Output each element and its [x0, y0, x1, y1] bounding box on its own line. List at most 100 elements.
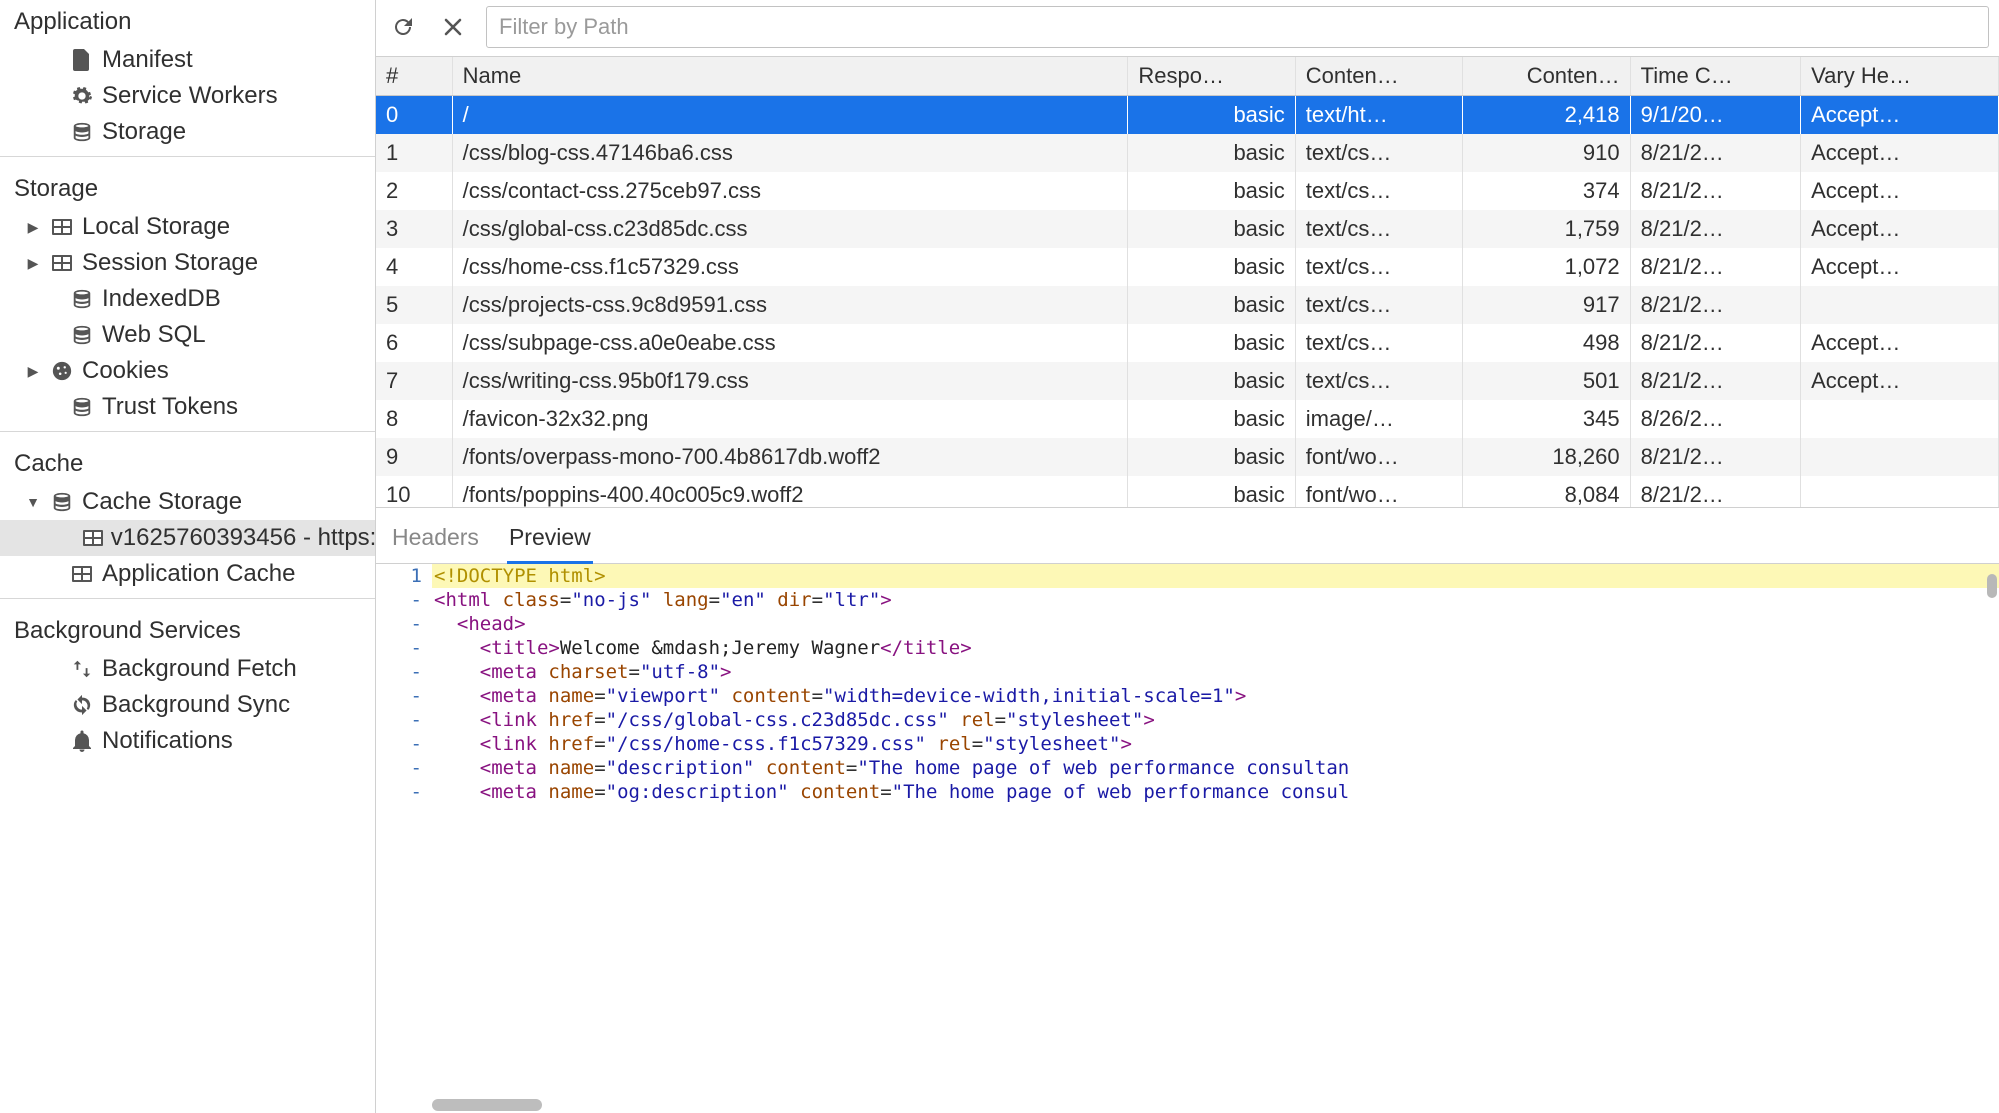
code-content: <html class="no-js" lang="en" dir="ltr">: [432, 588, 1999, 612]
line-gutter[interactable]: -: [376, 684, 432, 708]
sidebar-item-cache-entry[interactable]: ▶ v1625760393456 - https://je: [0, 520, 375, 556]
line-gutter[interactable]: -: [376, 636, 432, 660]
cell-response: basic: [1128, 476, 1295, 508]
cell-content-length: 910: [1463, 134, 1630, 172]
line-gutter[interactable]: -: [376, 732, 432, 756]
cell-content-type: text/cs…: [1295, 210, 1462, 248]
sidebar-item-background-sync[interactable]: ▶ Background Sync: [0, 687, 375, 723]
code-line[interactable]: - <meta charset="utf-8">: [376, 660, 1999, 684]
table-row[interactable]: 10/fonts/poppins-400.40c005c9.woff2basic…: [376, 476, 1999, 508]
code-line[interactable]: - <link href="/css/home-css.f1c57329.css…: [376, 732, 1999, 756]
table-row[interactable]: 9/fonts/overpass-mono-700.4b8617db.woff2…: [376, 438, 1999, 476]
expand-arrow-icon[interactable]: ▶: [24, 363, 42, 380]
col-time-cached[interactable]: Time C…: [1630, 57, 1800, 96]
cell-index: 9: [376, 438, 452, 476]
cell-content-type: text/ht…: [1295, 96, 1462, 135]
code-line[interactable]: - <link href="/css/global-css.c23d85dc.c…: [376, 708, 1999, 732]
sidebar-item-service-workers[interactable]: ▶ Service Workers: [0, 78, 375, 114]
col-response[interactable]: Respo…: [1128, 57, 1295, 96]
cell-content-type: text/cs…: [1295, 324, 1462, 362]
cell-content-type: font/wo…: [1295, 438, 1462, 476]
table-row[interactable]: 2/css/contact-css.275ceb97.cssbasictext/…: [376, 172, 1999, 210]
cell-content-length: 8,084: [1463, 476, 1630, 508]
sidebar-item-trust-tokens[interactable]: ▶ Trust Tokens: [0, 389, 375, 425]
code-content: <meta name="viewport" content="width=dev…: [432, 684, 1999, 708]
table-row[interactable]: 1/css/blog-css.47146ba6.cssbasictext/cs……: [376, 134, 1999, 172]
cell-vary: Accept…: [1801, 324, 1999, 362]
sidebar-item-cookies[interactable]: ▶ Cookies: [0, 353, 375, 389]
col-index[interactable]: #: [376, 57, 452, 96]
cell-response: basic: [1128, 362, 1295, 400]
table-row[interactable]: 6/css/subpage-css.a0e0eabe.cssbasictext/…: [376, 324, 1999, 362]
main-panel: # Name Respo… Conten… Conten… Time C… Va…: [376, 0, 1999, 1113]
sidebar-item-storage[interactable]: ▶ Storage: [0, 114, 375, 150]
code-line[interactable]: - <meta name="og:description" content="T…: [376, 780, 1999, 804]
col-content-type[interactable]: Conten…: [1295, 57, 1462, 96]
table-row[interactable]: 0/basictext/ht…2,4189/1/20…Accept…: [376, 96, 1999, 135]
expand-arrow-icon[interactable]: ▶: [24, 255, 42, 272]
cell-content-type: text/cs…: [1295, 172, 1462, 210]
refresh-button[interactable]: [386, 10, 420, 44]
preview-panel[interactable]: 1<!DOCTYPE html>-<html class="no-js" lan…: [376, 564, 1999, 1113]
col-name[interactable]: Name: [452, 57, 1128, 96]
sidebar-item-websql[interactable]: ▶ Web SQL: [0, 317, 375, 353]
line-gutter[interactable]: -: [376, 708, 432, 732]
code-line[interactable]: - <title>Welcome &mdash;Jeremy Wagner</t…: [376, 636, 1999, 660]
sidebar-item-background-fetch[interactable]: ▶ Background Fetch: [0, 651, 375, 687]
detail-tabs: Headers Preview: [376, 508, 1999, 564]
line-gutter[interactable]: -: [376, 756, 432, 780]
code-content: <meta charset="utf-8">: [432, 660, 1999, 684]
line-gutter[interactable]: -: [376, 780, 432, 804]
sidebar-item-manifest[interactable]: ▶ Manifest: [0, 42, 375, 78]
cell-name: /css/contact-css.275ceb97.css: [452, 172, 1128, 210]
sidebar-item-application-cache[interactable]: ▶ Application Cache: [0, 556, 375, 592]
col-content-length[interactable]: Conten…: [1463, 57, 1630, 96]
filter-input[interactable]: [486, 6, 1989, 48]
database-icon: [70, 324, 94, 346]
tab-preview[interactable]: Preview: [507, 518, 593, 564]
sidebar-item-indexeddb[interactable]: ▶ IndexedDB: [0, 281, 375, 317]
code-content: <title>Welcome &mdash;Jeremy Wagner</tit…: [432, 636, 1999, 660]
col-vary-header[interactable]: Vary He…: [1801, 57, 1999, 96]
sidebar-item-session-storage[interactable]: ▶ Session Storage: [0, 245, 375, 281]
table-row[interactable]: 3/css/global-css.c23d85dc.cssbasictext/c…: [376, 210, 1999, 248]
cell-index: 6: [376, 324, 452, 362]
cell-content-type: text/cs…: [1295, 286, 1462, 324]
code-line[interactable]: 1<!DOCTYPE html>: [376, 564, 1999, 588]
cell-index: 0: [376, 96, 452, 135]
code-line[interactable]: - <head>: [376, 612, 1999, 636]
bell-icon: [70, 730, 94, 752]
sidebar-item-local-storage[interactable]: ▶ Local Storage: [0, 209, 375, 245]
code-content: <meta name="description" content="The ho…: [432, 756, 1999, 780]
cell-name: /css/home-css.f1c57329.css: [452, 248, 1128, 286]
delete-button[interactable]: [436, 10, 470, 44]
table-row[interactable]: 7/css/writing-css.95b0f179.cssbasictext/…: [376, 362, 1999, 400]
expand-arrow-icon[interactable]: ▶: [24, 219, 42, 236]
line-gutter[interactable]: -: [376, 588, 432, 612]
tab-headers[interactable]: Headers: [390, 518, 481, 563]
collapse-arrow-icon[interactable]: ▼: [24, 494, 42, 510]
code-line[interactable]: - <meta name="description" content="The …: [376, 756, 1999, 780]
cell-vary: [1801, 438, 1999, 476]
code-line[interactable]: - <meta name="viewport" content="width=d…: [376, 684, 1999, 708]
horizontal-scrollbar-thumb[interactable]: [432, 1099, 542, 1111]
cell-response: basic: [1128, 286, 1295, 324]
cell-index: 1: [376, 134, 452, 172]
horizontal-scrollbar[interactable]: [432, 1099, 1987, 1111]
code-line[interactable]: -<html class="no-js" lang="en" dir="ltr"…: [376, 588, 1999, 612]
cell-vary: [1801, 400, 1999, 438]
table-row[interactable]: 4/css/home-css.f1c57329.cssbasictext/cs……: [376, 248, 1999, 286]
sidebar-item-cache-storage[interactable]: ▼ Cache Storage: [0, 484, 375, 520]
table-row[interactable]: 8/favicon-32x32.pngbasicimage/…3458/26/2…: [376, 400, 1999, 438]
line-gutter[interactable]: -: [376, 660, 432, 684]
cell-time: 8/21/2…: [1630, 134, 1800, 172]
line-gutter[interactable]: -: [376, 612, 432, 636]
cell-response: basic: [1128, 134, 1295, 172]
cell-vary: Accept…: [1801, 96, 1999, 135]
sidebar-item-notifications[interactable]: ▶ Notifications: [0, 723, 375, 759]
vertical-scrollbar-thumb[interactable]: [1987, 574, 1997, 598]
line-gutter[interactable]: 1: [376, 564, 432, 588]
table-icon: [50, 219, 74, 235]
table-row[interactable]: 5/css/projects-css.9c8d9591.cssbasictext…: [376, 286, 1999, 324]
cell-name: /css/subpage-css.a0e0eabe.css: [452, 324, 1128, 362]
